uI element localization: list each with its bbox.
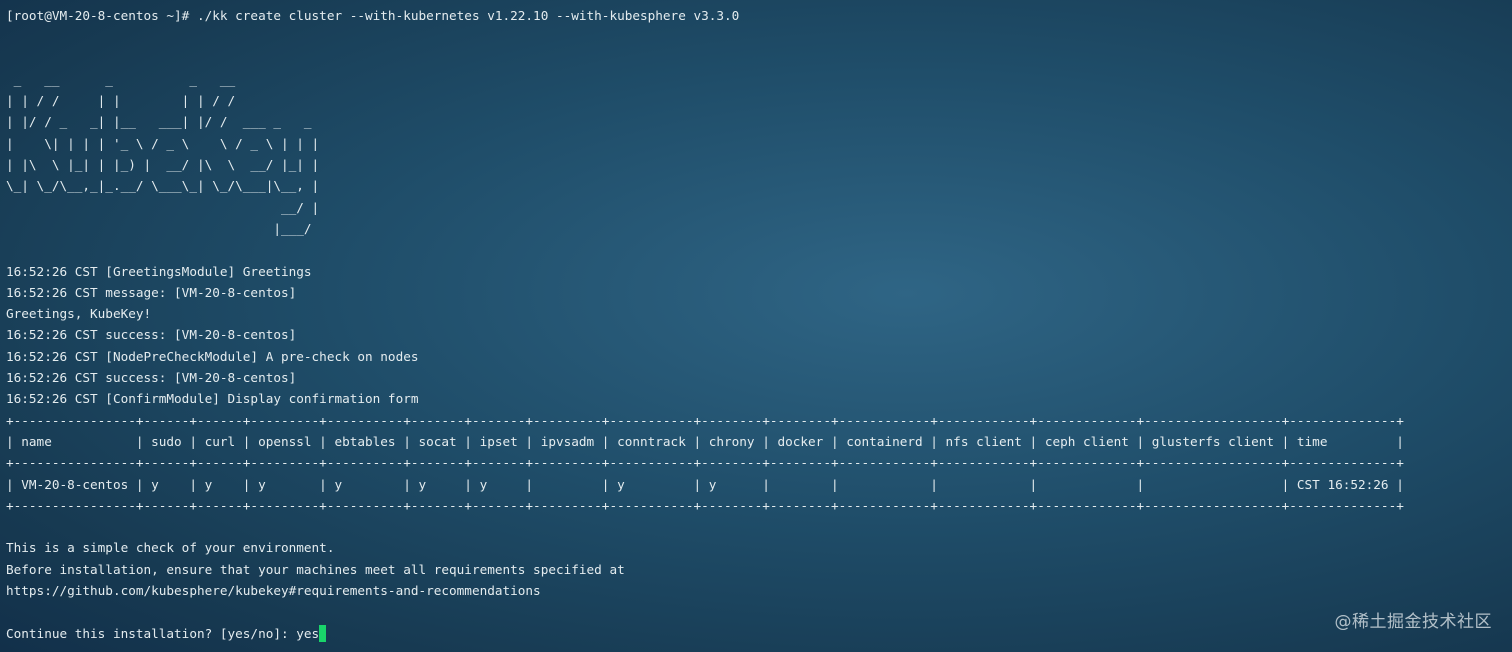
banner-line: \_| \_/\__,_|_.__/ \___\_| \_/\___|\__, … (6, 178, 320, 194)
table-border: +----------------+------+------+--------… (6, 412, 1404, 428)
log-line: Greetings, KubeKey! (6, 306, 152, 322)
banner-line: _ __ _ _ __ (6, 71, 320, 87)
command-prompt-line: [root@VM-20-8-centos ~]# ./kk create clu… (6, 8, 740, 23)
table-border: +----------------+------+------+--------… (6, 497, 1404, 513)
banner-line: | \| | | | '_ \ / _ \ \ / _ \ | | | (6, 135, 320, 151)
banner-line: | |/ / _ _| |__ ___| |/ / ___ _ _ (6, 114, 320, 130)
banner-line: | |\ \ |_| | |_) | __/ |\ \ __/ |_| | (6, 157, 320, 173)
log-line: 16:52:26 CST [NodePreCheckModule] A pre-… (6, 348, 419, 364)
banner-line: | | / / | | | | / / (6, 93, 320, 109)
confirm-input-line[interactable]: Continue this installation? [yes/no]: ye… (6, 623, 1506, 644)
log-line: 16:52:26 CST [GreetingsModule] Greetings (6, 263, 312, 279)
log-line: 16:52:26 CST success: [VM-20-8-centos] (6, 327, 297, 343)
banner-line: __/ | (6, 199, 320, 215)
table-row: | VM-20-8-centos | y | y | y | y | y | y… (6, 476, 1404, 492)
watermark: @稀土掘金技术社区 (1334, 612, 1492, 632)
cursor-block (319, 624, 327, 642)
requirements-link[interactable]: https://github.com/kubesphere/kubekey#re… (6, 580, 1506, 601)
note-line: Before installation, ensure that your ma… (6, 561, 625, 577)
log-line: 16:52:26 CST success: [VM-20-8-centos] (6, 370, 297, 386)
table-header: | name | sudo | curl | openssl | ebtable… (6, 433, 1404, 449)
confirm-prompt: Continue this installation? [yes/no]: (6, 625, 297, 641)
log-line: 16:52:26 CST message: [VM-20-8-centos] (6, 284, 297, 300)
banner-line: |___/ (6, 220, 320, 236)
log-line: 16:52:26 CST [ConfirmModule] Display con… (6, 391, 419, 407)
terminal-output[interactable]: [root@VM-20-8-centos ~]# ./kk create clu… (6, 5, 1506, 645)
note-line: This is a simple check of your environme… (6, 540, 335, 556)
table-border: +----------------+------+------+--------… (6, 455, 1404, 471)
confirm-input-value[interactable]: yes (296, 623, 319, 644)
